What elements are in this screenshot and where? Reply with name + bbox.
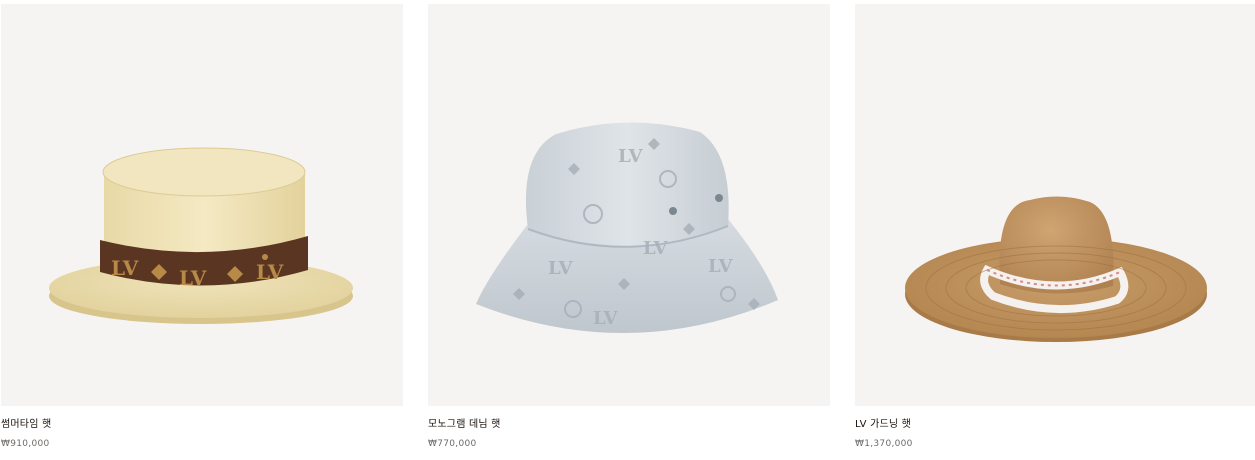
product-price: ₩770,000 bbox=[428, 439, 477, 449]
svg-text:LV: LV bbox=[548, 258, 574, 279]
straw-boater-hat-icon: LV LV LV bbox=[49, 147, 353, 324]
svg-text:LV: LV bbox=[643, 238, 669, 259]
svg-text:LV: LV bbox=[256, 260, 284, 284]
product-price: ₩910,000 bbox=[1, 439, 50, 449]
product-price: ₩1,370,000 bbox=[855, 439, 913, 449]
product-card[interactable]: LV LV LV LV LV 모노그램 데님 햇 ₩770,000 bbox=[428, 4, 830, 460]
monogram-bucket-hat-icon: LV LV LV LV LV bbox=[476, 122, 778, 334]
svg-text:LV: LV bbox=[593, 308, 619, 329]
product-image[interactable]: LV LV LV bbox=[1, 4, 403, 406]
product-name[interactable]: 썸머타임 햇 bbox=[1, 418, 51, 431]
svg-text:LV: LV bbox=[179, 266, 207, 290]
svg-text:LV: LV bbox=[111, 256, 139, 280]
product-card[interactable]: LV 가드닝 햇 ₩1,370,000 bbox=[855, 4, 1255, 460]
product-name[interactable]: 모노그램 데님 햇 bbox=[428, 418, 501, 431]
product-card[interactable]: LV LV LV 썸머타임 햇 ₩910,000 bbox=[1, 4, 403, 460]
product-grid: LV LV LV 썸머타임 햇 ₩910,000 LV LV LV LV LV … bbox=[0, 4, 1255, 460]
wide-brim-straw-hat-icon bbox=[905, 196, 1207, 342]
svg-text:LV: LV bbox=[708, 256, 734, 277]
product-image[interactable] bbox=[855, 4, 1255, 406]
product-image[interactable]: LV LV LV LV LV bbox=[428, 4, 830, 406]
svg-text:LV: LV bbox=[618, 146, 644, 167]
product-name[interactable]: LV 가드닝 햇 bbox=[855, 418, 911, 431]
